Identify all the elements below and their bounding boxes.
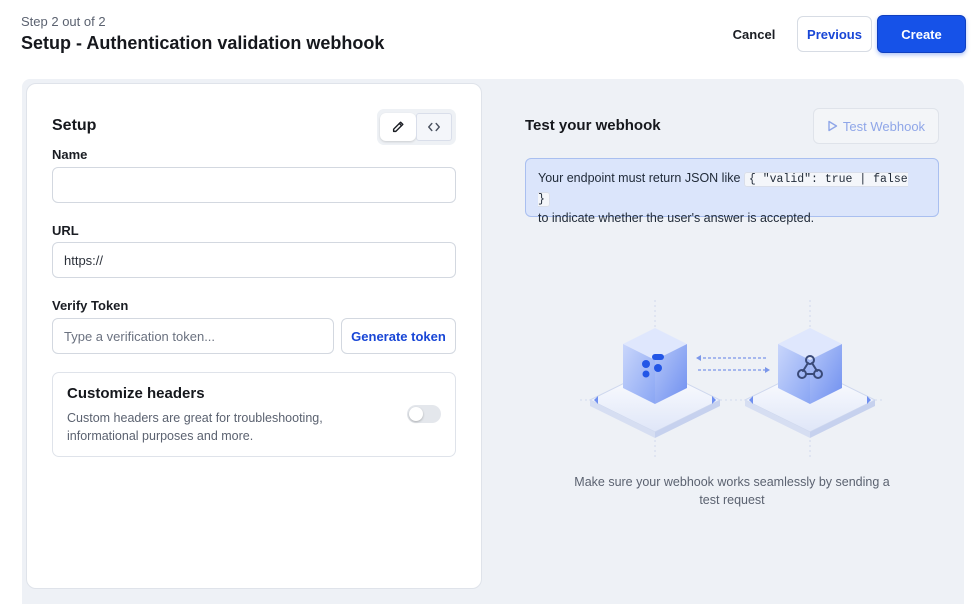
custom-headers-description: Custom headers are great for troubleshoo…	[67, 411, 323, 443]
name-input[interactable]	[52, 167, 456, 203]
info-banner: Your endpoint must return JSON like { "v…	[525, 158, 939, 225]
name-label: Name	[52, 147, 88, 162]
info-suffix: to indicate whether the user's answer is…	[538, 211, 815, 225]
cancel-button[interactable]: Cancel	[722, 17, 786, 51]
mode-toggle	[377, 109, 456, 145]
test-hint: Make sure your webhook works seamlessly …	[574, 475, 890, 507]
play-icon	[828, 120, 838, 132]
code-icon[interactable]	[416, 113, 452, 141]
exchange-arrows	[698, 357, 768, 371]
webhook-illustration	[580, 300, 884, 460]
page-header: Step 2 out of 2 Setup - Authentication v…	[0, 0, 979, 72]
test-webhook-title: Test your webhook	[525, 117, 661, 134]
url-label: URL	[52, 223, 79, 238]
test-webhook-label: Test Webhook	[842, 118, 926, 134]
page-title: Setup - Authentication validation webhoo…	[21, 33, 385, 53]
create-button[interactable]: Create	[877, 15, 966, 53]
previous-button[interactable]: Previous	[797, 16, 872, 52]
setup-title: Setup	[52, 117, 97, 134]
custom-headers-toggle[interactable]	[407, 405, 441, 423]
test-webhook-button[interactable]: Test Webhook	[813, 108, 939, 144]
verify-token-label: Verify Token	[52, 298, 129, 313]
info-prefix: Your endpoint must return JSON like	[538, 171, 741, 185]
right-cube	[778, 328, 842, 404]
pencil-icon[interactable]	[380, 113, 416, 141]
custom-headers-title: Customize headers	[67, 385, 205, 402]
verify-token-input[interactable]	[52, 318, 334, 354]
left-cube	[623, 328, 687, 404]
toggle-knob	[409, 407, 423, 421]
step-indicator: Step 2 out of 2	[21, 14, 106, 29]
url-input[interactable]	[52, 242, 456, 278]
generate-token-button[interactable]: Generate token	[341, 318, 456, 354]
